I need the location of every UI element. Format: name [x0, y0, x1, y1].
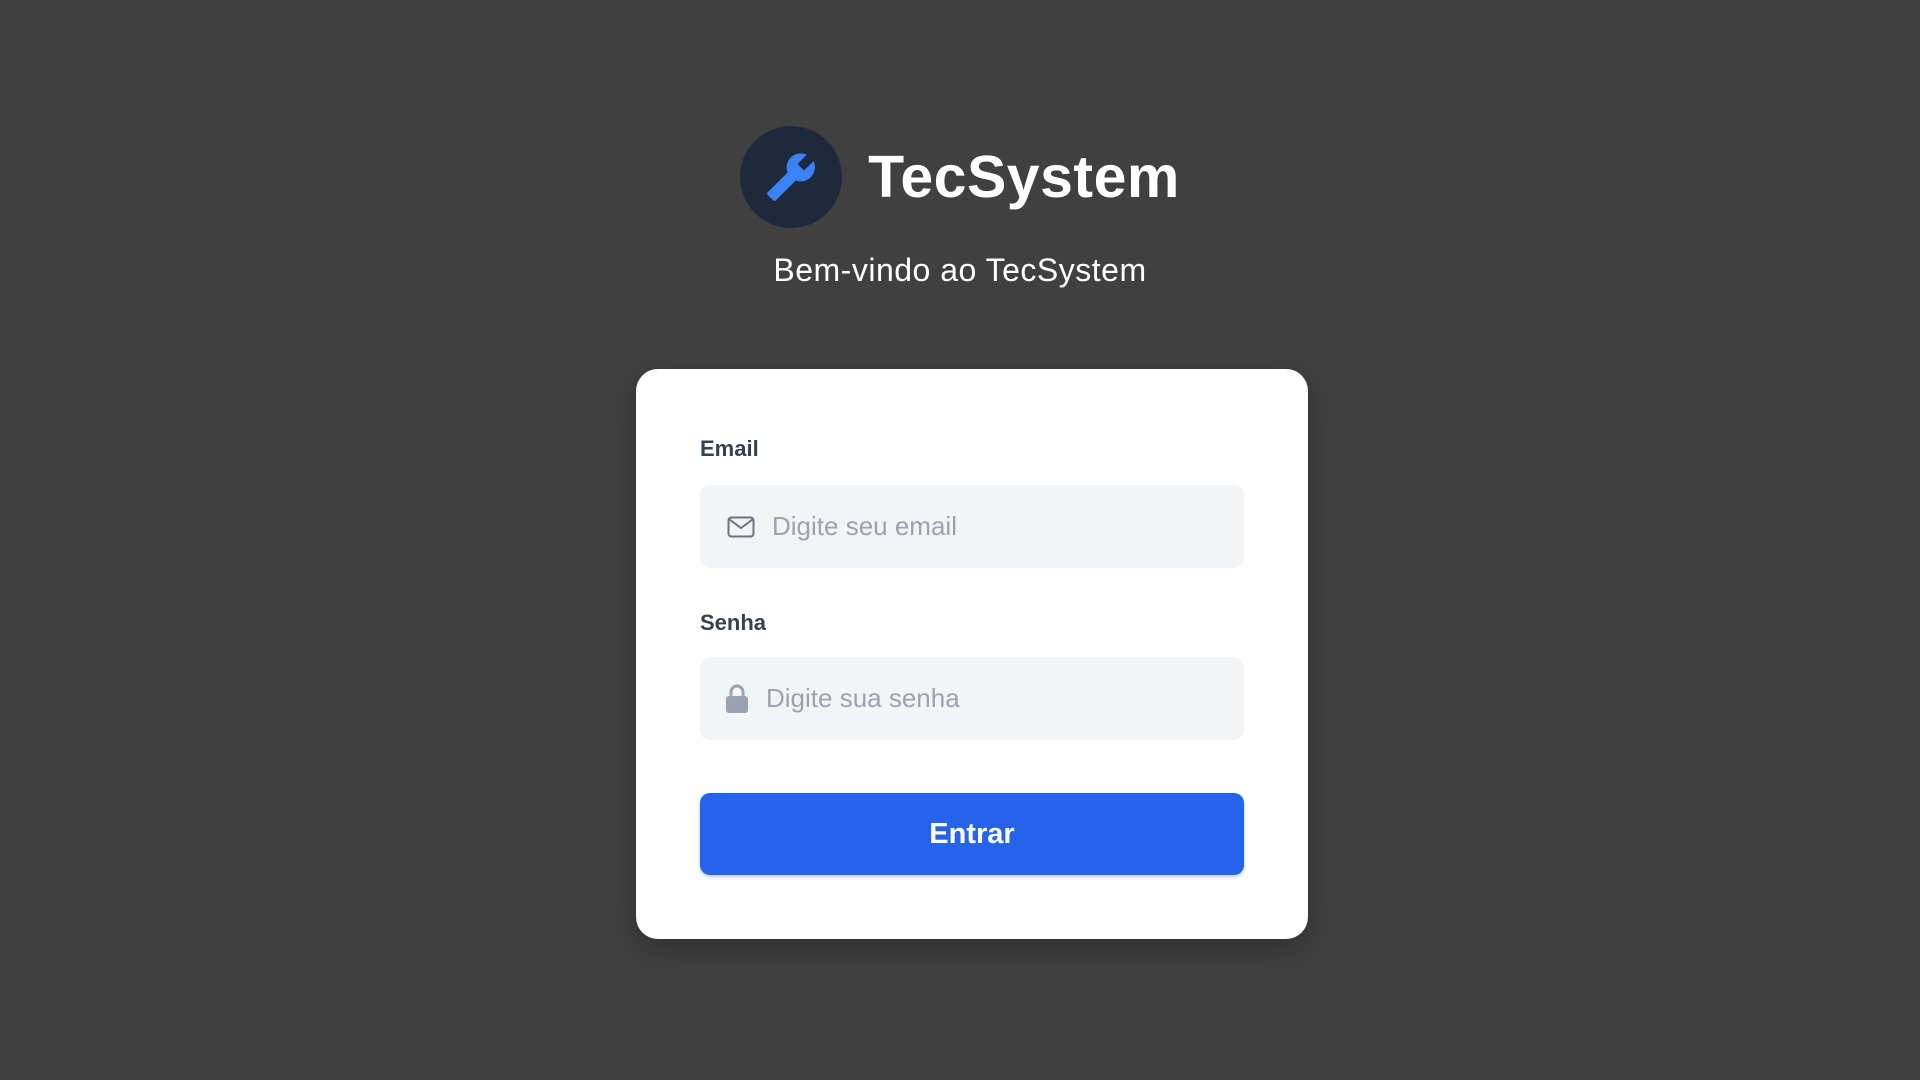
login-card: Email Senha Entrar: [636, 369, 1308, 939]
brand-name: TecSystem: [868, 144, 1180, 210]
welcome-subtitle: Bem-vindo ao TecSystem: [773, 252, 1147, 288]
brand-header: TecSystem: [0, 126, 1920, 228]
brand-group: TecSystem: [740, 126, 1180, 228]
login-button[interactable]: Entrar: [700, 793, 1244, 875]
password-field-container[interactable]: [700, 657, 1244, 740]
email-input[interactable]: [772, 485, 1244, 568]
logo: [740, 126, 843, 228]
password-input[interactable]: [766, 657, 1244, 740]
password-label: Senha: [700, 610, 767, 635]
email-field-container[interactable]: [700, 485, 1244, 568]
lock-icon: [722, 684, 752, 714]
email-label: Email: [700, 436, 759, 461]
mail-icon: [726, 512, 756, 542]
wrench-icon: [767, 153, 816, 201]
